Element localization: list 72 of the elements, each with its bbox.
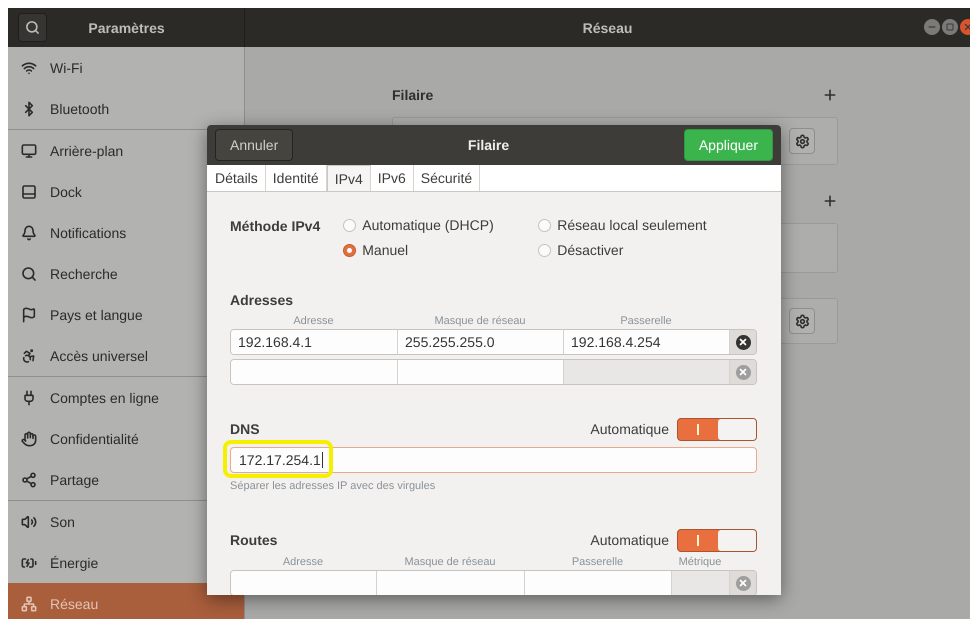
section-title: Routes	[230, 532, 278, 548]
share-icon	[21, 472, 37, 488]
accessibility-icon	[21, 348, 37, 364]
hand-icon	[21, 430, 37, 446]
network-icon	[21, 596, 37, 612]
close-icon	[963, 22, 970, 32]
minimize-button[interactable]	[924, 19, 940, 35]
speaker-icon	[21, 514, 37, 530]
automatic-label: Automatique	[590, 421, 669, 437]
table-cell[interactable]: 192.168.4.1	[231, 330, 398, 354]
radio-button[interactable]	[538, 218, 552, 232]
option-label: Manuel	[362, 242, 408, 258]
delete-button[interactable]	[730, 330, 756, 354]
gear-icon	[794, 134, 810, 148]
gear-icon	[794, 314, 810, 328]
table-cell[interactable]	[231, 360, 398, 384]
radio-option[interactable]: Désactiver	[538, 242, 707, 258]
hint-text: Séparer les adresses IP avec des virgules	[230, 480, 436, 492]
method-label: Méthode IPv4	[230, 218, 320, 236]
window-title: Réseau	[582, 20, 632, 36]
settings-button[interactable]	[789, 308, 815, 334]
column-header: Adresse	[292, 315, 335, 327]
automatic-label: Automatique	[590, 532, 669, 548]
column-header: Adresse	[282, 556, 324, 568]
table-cell[interactable]	[525, 571, 672, 595]
section-title: Adresses	[230, 292, 294, 308]
radio-button[interactable]	[343, 244, 356, 256]
column-header: Masque de réseau	[433, 315, 527, 327]
maximize-icon	[946, 23, 954, 31]
table-cell[interactable]	[398, 360, 564, 384]
table-cell[interactable]: 255.255.255.0	[398, 330, 564, 354]
search-icon	[25, 20, 40, 35]
add-icon[interactable]	[822, 87, 838, 103]
search-button[interactable]	[18, 13, 47, 42]
radio-button[interactable]	[538, 244, 552, 256]
wifi-icon	[21, 60, 37, 76]
bell-icon	[21, 224, 37, 240]
column-header: Masque de réseau	[403, 556, 497, 568]
dialog-title: Filaire	[468, 137, 510, 153]
column-header: Passerelle	[619, 315, 673, 327]
option-label: Désactiver	[557, 242, 624, 258]
add-icon[interactable]	[822, 193, 838, 209]
sidebar-item[interactable]: Comptes en ligne	[8, 377, 244, 418]
section-title: DNS	[230, 421, 260, 437]
sidebar-title: Paramètres	[87, 20, 166, 36]
column-header: Passerelle	[570, 556, 624, 568]
radio-button[interactable]	[343, 218, 356, 232]
table-cell[interactable]: 192.168.4.254	[564, 330, 730, 354]
option-label: Automatique (DHCP)	[362, 217, 494, 233]
dns-field[interactable]: 172.17.254.1	[230, 447, 757, 473]
radio-option[interactable]: Automatique (DHCP)	[343, 217, 538, 233]
dock-icon	[21, 184, 37, 200]
settings-button[interactable]	[789, 128, 815, 154]
sidebar-item[interactable]: Recherche	[8, 253, 244, 294]
table-cell[interactable]	[564, 360, 730, 384]
search-icon	[21, 266, 37, 282]
radio-option[interactable]: Manuel	[343, 242, 538, 258]
sidebar-item[interactable]: Wi-Fi	[8, 47, 244, 88]
sidebar-item[interactable]: Bluetooth	[8, 88, 244, 129]
column-header: Métrique	[678, 556, 722, 568]
flag-icon	[21, 306, 37, 322]
table-cell[interactable]	[231, 571, 377, 595]
table-cell[interactable]	[672, 571, 730, 595]
cancel-button[interactable]: Annuler	[215, 129, 294, 161]
section-title: Filaire	[392, 87, 434, 103]
tab[interactable]: IPv4	[326, 165, 371, 191]
maximize-button[interactable]	[942, 19, 958, 35]
toggle-switch[interactable]	[677, 418, 757, 440]
plug-icon	[21, 390, 37, 406]
toggle-switch[interactable]	[677, 528, 757, 552]
monitor-icon	[21, 142, 37, 158]
table-cell[interactable]	[377, 571, 525, 595]
